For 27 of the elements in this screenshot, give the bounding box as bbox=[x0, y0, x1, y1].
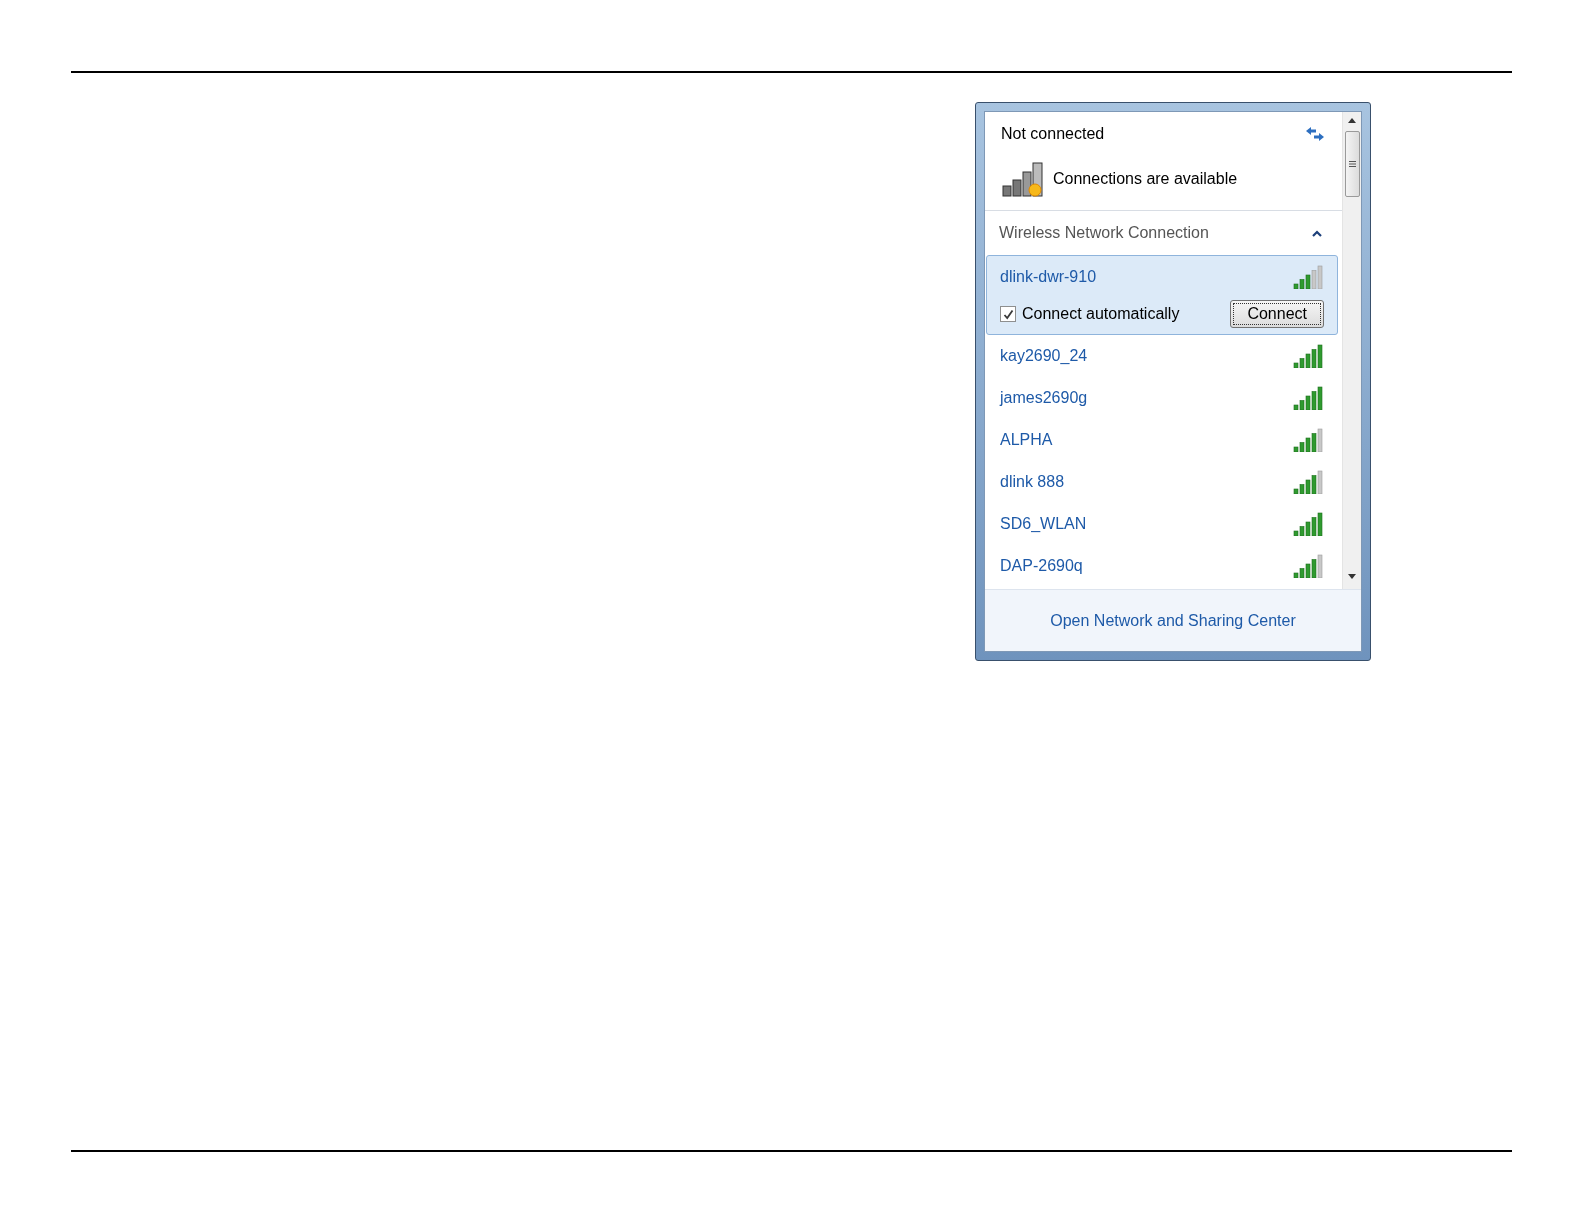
scroll-thumb[interactable] bbox=[1344, 131, 1360, 197]
network-item[interactable]: dlink 888 bbox=[986, 461, 1338, 503]
network-name: DAP-2690q bbox=[1000, 556, 1083, 576]
refresh-arrows-icon[interactable] bbox=[1304, 125, 1326, 143]
network-item[interactable]: ALPHA bbox=[986, 419, 1338, 461]
collapse-chevron-icon[interactable] bbox=[1312, 229, 1322, 237]
network-name: kay2690_24 bbox=[1000, 346, 1088, 366]
scroll-down-icon[interactable] bbox=[1348, 574, 1356, 579]
scroll-up-icon[interactable] bbox=[1348, 118, 1356, 123]
checkbox[interactable] bbox=[1000, 306, 1016, 322]
connection-status: Not connected bbox=[1001, 124, 1105, 144]
network-name: SD6_WLAN bbox=[1000, 514, 1087, 534]
section-header[interactable]: Wireless Network Connection bbox=[985, 211, 1342, 255]
checkbox-label: Connect automatically bbox=[1022, 304, 1180, 324]
network-name: dlink 888 bbox=[1000, 472, 1065, 492]
network-item[interactable]: kay2690_24 bbox=[986, 335, 1338, 377]
section-title: Wireless Network Connection bbox=[999, 223, 1209, 243]
network-name: dlink-dwr-910 bbox=[1000, 267, 1097, 287]
network-item[interactable]: DAP-2690q bbox=[986, 545, 1338, 587]
network-item[interactable]: SD6_WLAN bbox=[986, 503, 1338, 545]
availability-message: Connections are available bbox=[1053, 169, 1238, 189]
network-item[interactable]: dlink-dwr-910 Connect automatically Connect bbox=[986, 255, 1338, 335]
network-item[interactable]: james2690g bbox=[986, 377, 1338, 419]
network-name: ALPHA bbox=[1000, 430, 1053, 450]
network-name: james2690g bbox=[1000, 388, 1088, 408]
grip-icon bbox=[1348, 161, 1356, 167]
connect-button[interactable]: Connect bbox=[1230, 300, 1324, 328]
